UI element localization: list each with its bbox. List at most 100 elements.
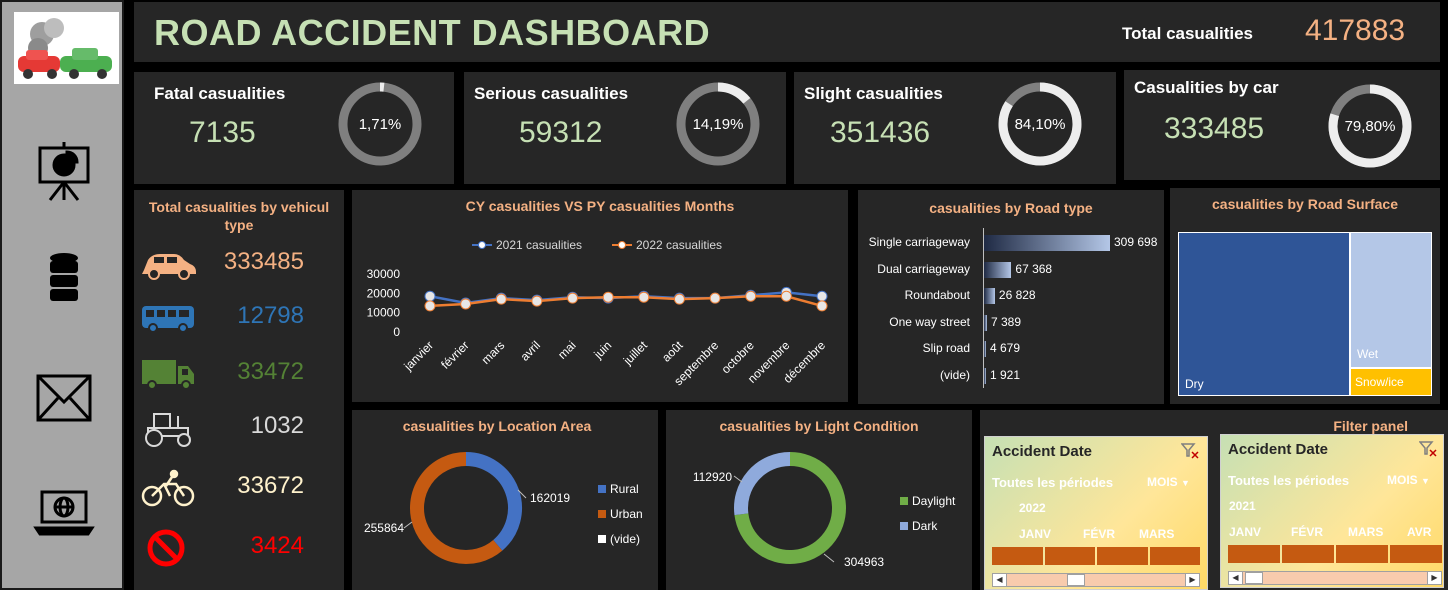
all-periods-label[interactable]: Toutes les périodes bbox=[1228, 473, 1349, 488]
clear-filter-icon[interactable] bbox=[1418, 441, 1437, 457]
y-tick-label: 10000 bbox=[367, 306, 401, 320]
donut-value-label: 112920 bbox=[693, 470, 732, 484]
bar-category-label: Slip road bbox=[922, 341, 970, 355]
month-fevr[interactable]: FÉVR bbox=[1083, 527, 1115, 541]
month-avr[interactable]: AVR bbox=[1407, 525, 1431, 539]
timeline-bar[interactable] bbox=[992, 547, 1200, 565]
kpi-ring: 84,10% bbox=[996, 80, 1084, 168]
bar-value-label: 67 368 bbox=[1015, 261, 1053, 276]
kpi-pct: 1,71% bbox=[358, 115, 402, 133]
location-donut: 162019 255864 bbox=[364, 452, 570, 564]
scroll-left-icon[interactable]: ◀ bbox=[1229, 572, 1243, 584]
scroll-left-icon[interactable]: ◀ bbox=[993, 574, 1007, 586]
monthly-line-chart: 2021 casualities 2022 casualities 30000 200… bbox=[367, 238, 829, 388]
tractor-icon bbox=[138, 408, 198, 448]
series-point bbox=[424, 300, 436, 312]
monthly-chart-panel: CY casualities VS PY casualities Months … bbox=[352, 190, 848, 402]
vehicle-value: 1032 bbox=[250, 412, 304, 439]
bicycle-icon bbox=[138, 468, 198, 508]
database-icon[interactable] bbox=[32, 248, 96, 312]
vehicle-type-panel: Total casualities by vehicul type 333485… bbox=[134, 190, 344, 590]
month-mars[interactable]: MARS bbox=[1139, 527, 1174, 541]
month-janv[interactable]: JANV bbox=[1229, 525, 1261, 539]
bar-value-label: 4 679 bbox=[990, 341, 1021, 355]
x-tick-label: avril bbox=[518, 338, 543, 363]
y-tick-label: 30000 bbox=[367, 267, 401, 281]
donut-slice bbox=[734, 452, 791, 516]
road-surface-title: casualities by Road Surface bbox=[1212, 196, 1398, 212]
kpi-ring: 14,19% bbox=[674, 80, 762, 168]
vehicle-row: 3424 bbox=[134, 524, 344, 574]
scroll-thumb[interactable] bbox=[1067, 574, 1085, 586]
period-unit-select[interactable]: MOIS ▼ bbox=[1147, 475, 1190, 489]
vehicle-value: 33472 bbox=[237, 358, 304, 385]
vehicle-row: 333485 bbox=[134, 240, 344, 290]
slicer-year: 2022 bbox=[1019, 501, 1046, 515]
slicer-year: 2021 bbox=[1229, 499, 1256, 513]
road-type-panel: casualities by Road type Single carriage… bbox=[858, 190, 1164, 404]
bar-category-label: (vide) bbox=[939, 367, 970, 382]
y-tick-label: 20000 bbox=[367, 286, 401, 300]
month-mars[interactable]: MARS bbox=[1348, 525, 1383, 539]
period-unit-select[interactable]: MOIS ▼ bbox=[1387, 473, 1430, 487]
bar-value-label: 309 698 bbox=[1114, 235, 1158, 249]
vehicle-value: 33672 bbox=[237, 472, 304, 499]
timeline-bar[interactable] bbox=[1228, 545, 1442, 563]
road-type-bar-row: Roundabout 26 828 bbox=[858, 285, 1158, 307]
bar[interactable] bbox=[984, 341, 986, 357]
kpi-pct: 79,80% bbox=[1344, 117, 1396, 135]
date-slicer-2021[interactable]: Accident Date Toutes les périodes MOIS ▼… bbox=[1220, 434, 1444, 588]
vehicle-type-title: Total casualities by vehicul type bbox=[148, 199, 330, 233]
road-type-bar-row: One way street 7 389 bbox=[858, 312, 1158, 334]
timeline-scrollbar[interactable]: ◀ ▶ bbox=[1228, 571, 1442, 585]
leader-line bbox=[403, 521, 413, 529]
slicer-title: Accident Date bbox=[1228, 441, 1329, 458]
location-panel: casualities by Location Area 162019 25586… bbox=[352, 410, 658, 590]
scroll-thumb[interactable] bbox=[1245, 572, 1263, 584]
series-point bbox=[638, 291, 650, 303]
clear-filter-icon[interactable] bbox=[1180, 443, 1199, 459]
road-type-bar-row: (vide) 1 921 bbox=[858, 365, 1158, 387]
kpi-label: Serious casualities bbox=[474, 84, 629, 103]
date-slicer-2022[interactable]: Accident Date Toutes les périodes MOIS ▼… bbox=[984, 436, 1208, 590]
road-type-bar-row: Single carriageway 309 698 bbox=[858, 232, 1158, 254]
bar-value-label: 7 389 bbox=[991, 314, 1022, 329]
bar[interactable] bbox=[984, 288, 995, 304]
legend-urban: Urban bbox=[598, 507, 643, 521]
x-tick-label: juin bbox=[590, 338, 614, 362]
slicer-title: Accident Date bbox=[992, 443, 1093, 460]
bar[interactable] bbox=[984, 367, 986, 384]
bar[interactable] bbox=[984, 235, 1110, 251]
legend-dark: Dark bbox=[900, 519, 937, 533]
all-periods-label[interactable]: Toutes les périodes bbox=[992, 475, 1113, 490]
month-janv[interactable]: JANV bbox=[1019, 527, 1051, 541]
bar[interactable] bbox=[984, 261, 1012, 278]
month-fevr[interactable]: FÉVR bbox=[1291, 525, 1323, 539]
road-surface-panel: casualities by Road Surface Dry Wet Snow… bbox=[1170, 188, 1440, 404]
treemap-snow[interactable]: Snow/ice bbox=[1350, 368, 1432, 396]
sidebar bbox=[0, 0, 124, 590]
svg-text:2021 casualities: 2021 casualities bbox=[496, 238, 582, 252]
series-point bbox=[816, 300, 828, 312]
treemap-label: Snow/ice bbox=[1355, 375, 1404, 389]
scroll-right-icon[interactable]: ▶ bbox=[1427, 572, 1441, 584]
no-entry-icon bbox=[138, 528, 198, 568]
bar[interactable] bbox=[984, 314, 987, 331]
series-point bbox=[531, 295, 543, 307]
page-title: ROAD ACCIDENT DASHBOARD bbox=[154, 12, 711, 53]
treemap-dry[interactable]: Dry bbox=[1178, 232, 1350, 396]
vehicle-value: 12798 bbox=[237, 302, 304, 329]
mail-icon[interactable] bbox=[32, 366, 96, 430]
legend-daylight: Daylight bbox=[900, 494, 955, 508]
scroll-right-icon[interactable]: ▶ bbox=[1185, 574, 1199, 586]
laptop-globe-icon[interactable] bbox=[32, 480, 96, 544]
crash-logo bbox=[14, 12, 119, 84]
treemap-wet[interactable]: Wet bbox=[1350, 232, 1432, 368]
presentation-chart-icon[interactable] bbox=[32, 140, 96, 204]
series-point bbox=[495, 293, 507, 305]
timeline-scrollbar[interactable]: ◀ ▶ bbox=[992, 573, 1200, 587]
vehicle-row: 33472 bbox=[134, 350, 344, 400]
x-tick-label: janvier bbox=[401, 338, 437, 374]
y-tick-label: 0 bbox=[393, 325, 400, 339]
kpi-value: 59312 bbox=[519, 116, 603, 149]
